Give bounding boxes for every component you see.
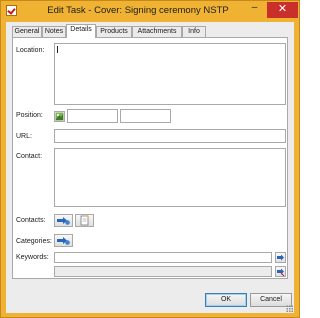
contact-notes-button[interactable] bbox=[75, 214, 94, 227]
details-panel: Location: Position: URL: Contact: Contac… bbox=[12, 37, 288, 279]
ok-button[interactable]: OK bbox=[205, 293, 247, 307]
map-pin-button[interactable] bbox=[54, 111, 65, 122]
categories-label: Categories: bbox=[16, 238, 52, 245]
tab-notes[interactable]: Notes bbox=[42, 26, 66, 37]
map-pin-icon bbox=[55, 112, 64, 121]
contact-arrow-icon bbox=[57, 217, 70, 225]
contacts-label: Contacts: bbox=[16, 217, 46, 224]
minimize-button[interactable]: – bbox=[243, 2, 266, 17]
keywords-input[interactable] bbox=[54, 252, 272, 263]
url-label: URL: bbox=[16, 133, 32, 140]
keywords-label: Keywords: bbox=[16, 254, 49, 261]
tab-products[interactable]: Products bbox=[96, 26, 132, 37]
close-button[interactable]: ✕ bbox=[267, 2, 298, 18]
title-bar[interactable]: Edit Task - Cover: Signing ceremony NSTP… bbox=[1, 1, 299, 22]
location-label: Location: bbox=[16, 47, 45, 54]
tab-general[interactable]: General bbox=[12, 26, 42, 37]
keywords-extra-field bbox=[54, 266, 272, 277]
categories-button[interactable] bbox=[54, 234, 73, 247]
position-x-input[interactable] bbox=[67, 109, 118, 123]
task-check-icon bbox=[6, 5, 17, 16]
contact-field[interactable] bbox=[54, 148, 286, 207]
category-arrow-icon bbox=[57, 237, 70, 245]
url-input[interactable] bbox=[54, 129, 286, 143]
keyword-remove-icon bbox=[277, 268, 285, 276]
tab-info[interactable]: Info bbox=[182, 26, 206, 37]
keyword-arrow-icon bbox=[277, 254, 284, 261]
window-title: Edit Task - Cover: Signing ceremony NSTP bbox=[47, 5, 229, 16]
contact-label: Contact: bbox=[16, 153, 43, 160]
add-keyword-button[interactable] bbox=[275, 252, 286, 263]
notepad-icon bbox=[80, 215, 89, 226]
add-contact-button[interactable] bbox=[54, 214, 73, 227]
position-y-input[interactable] bbox=[120, 109, 171, 123]
tab-attachments[interactable]: Attachments bbox=[132, 26, 182, 37]
tab-details[interactable]: Details bbox=[66, 24, 96, 38]
edit-task-window: Edit Task - Cover: Signing ceremony NSTP… bbox=[0, 0, 300, 318]
position-label: Position: bbox=[16, 112, 43, 119]
resize-grip[interactable] bbox=[286, 305, 293, 312]
dialog-body: General Notes Details Products Attachmen… bbox=[6, 22, 294, 313]
remove-keyword-button[interactable] bbox=[275, 266, 286, 277]
text-caret bbox=[57, 46, 58, 53]
location-field[interactable] bbox=[54, 43, 286, 105]
